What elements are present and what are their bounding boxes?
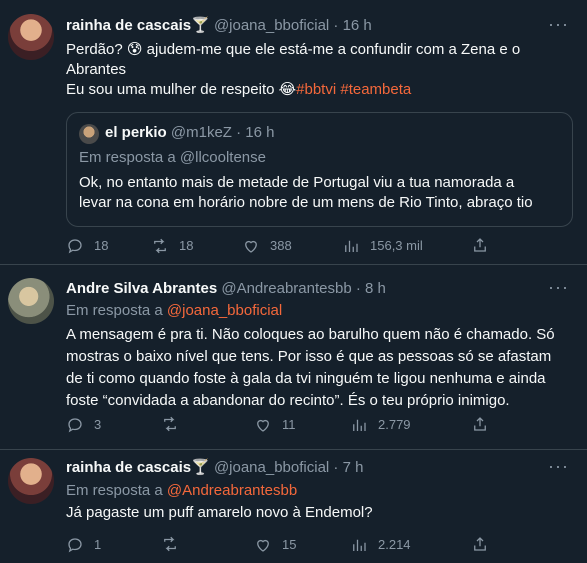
like-button[interactable]: 11	[254, 415, 296, 435]
tweet-text-line: Eu sou uma mulher de respeito 😂#bbtvi #t…	[66, 80, 520, 100]
quoted-avatar	[79, 124, 99, 144]
analytics-icon	[353, 539, 366, 551]
reply-icon	[68, 418, 82, 433]
views-count: 2.779	[378, 417, 411, 432]
tweet-header: Andre Silva Abrantes @Andreabrantesbb · …	[66, 279, 386, 299]
reply-icon	[68, 538, 82, 553]
tweet-time[interactable]: · 16 h	[333, 17, 371, 34]
hashtag-link[interactable]: #bbtvi	[296, 81, 336, 98]
like-button[interactable]: 15	[254, 535, 296, 555]
reply-context-prefix: Em resposta a	[79, 149, 176, 166]
author-handle[interactable]: @joana_bboficial	[214, 17, 329, 34]
share-button[interactable]	[471, 415, 499, 433]
retweet-button[interactable]	[161, 415, 189, 433]
like-count: 11	[282, 417, 296, 432]
tweet-actions: 18 18 388 156,3 mil	[66, 236, 566, 256]
author-handle[interactable]: @Andreabrantesbb	[221, 280, 351, 297]
quoted-text-line: Ok, no entanto mais de metade de Portuga…	[79, 174, 515, 191]
reply-button[interactable]: 18	[66, 236, 108, 256]
reply-count: 18	[94, 238, 109, 253]
tweet-text: Perdão? 😰 ajudem-me que ele está-me a co…	[66, 40, 520, 100]
more-options-icon[interactable]: ···	[548, 14, 569, 34]
reply-button[interactable]: 3	[66, 415, 101, 435]
quoted-reply-context: Em resposta a @llcooltense	[79, 148, 266, 168]
reply-button[interactable]: 1	[66, 535, 101, 555]
reply-context-prefix: Em resposta a	[66, 302, 163, 319]
views-count: 156,3 mil	[370, 238, 423, 253]
tweet-text-line: foste “convidada a abandonar do recinto”…	[66, 392, 510, 409]
quoted-tweet[interactable]: el perkio @m1keZ · 16 h Em resposta a @l…	[66, 112, 573, 227]
author-handle[interactable]: @joana_bboficial	[214, 459, 329, 476]
tweet-header: rainha de cascais🍸 @joana_bboficial · 16…	[66, 16, 372, 36]
share-button[interactable]	[471, 236, 499, 254]
author-name[interactable]: rainha de cascais🍸	[66, 17, 210, 34]
more-options-icon[interactable]: ···	[548, 277, 569, 297]
author-name[interactable]: Andre Silva Abrantes	[66, 280, 217, 297]
tweet-actions: 1 15 2.214	[66, 535, 566, 555]
hashtag-link[interactable]: #teambeta	[340, 81, 411, 98]
share-icon	[474, 238, 486, 252]
quoted-author-name: el perkio	[105, 124, 167, 141]
like-count: 388	[270, 238, 292, 253]
retweet-icon	[164, 536, 176, 552]
tweet-text: Já pagaste um puff amarelo novo à Endemo…	[66, 503, 373, 523]
tweet-actions: 3 11 2.779	[66, 415, 566, 435]
tweet-1[interactable]: rainha de cascais🍸 @joana_bboficial · 16…	[0, 0, 587, 262]
share-icon	[474, 417, 486, 431]
reply-context: Em resposta a @joana_bboficial	[66, 301, 282, 321]
reply-context: Em resposta a @Andreabrantesbb	[66, 481, 297, 501]
tweet-text: A mensagem é pra ti. Não coloques ao bar…	[66, 324, 555, 412]
retweet-button[interactable]: 18	[151, 236, 193, 256]
reply-count: 1	[94, 537, 102, 552]
tweet-text-line: Já pagaste um puff amarelo novo à Endemo…	[66, 504, 373, 521]
heart-icon	[245, 240, 257, 253]
heart-icon	[257, 419, 269, 432]
tweet-2[interactable]: Andre Silva Abrantes @Andreabrantesbb · …	[0, 265, 587, 450]
share-button[interactable]	[471, 535, 499, 553]
like-count: 15	[282, 537, 297, 552]
quoted-text: Ok, no entanto mais de metade de Portuga…	[79, 173, 533, 213]
views-count: 2.214	[378, 537, 411, 552]
tweet-time[interactable]: · 8 h	[356, 280, 386, 297]
retweet-button[interactable]	[161, 535, 189, 553]
reply-icon	[68, 239, 82, 254]
author-name[interactable]: rainha de cascais🍸	[66, 459, 210, 476]
analytics-icon	[353, 419, 366, 431]
reply-context-prefix: Em resposta a	[66, 482, 163, 499]
tweet-header: rainha de cascais🍸 @joana_bboficial · 7 …	[66, 458, 363, 478]
heart-icon	[257, 539, 269, 552]
more-options-icon[interactable]: ···	[548, 456, 569, 476]
views-button[interactable]: 2.214	[350, 535, 411, 555]
reply-context-handle[interactable]: @Andreabrantesbb	[167, 482, 297, 499]
tweet-text-line: mostras o baixo nível que tens. Por isso…	[66, 348, 552, 365]
analytics-icon	[345, 240, 358, 252]
retweet-count: 18	[179, 238, 194, 253]
reply-count: 3	[94, 417, 102, 432]
tweet-text-line: A mensagem é pra ti. Não coloques ao bar…	[66, 326, 555, 343]
views-button[interactable]: 2.779	[350, 415, 411, 435]
tweet-text-line: de ti como quando foste à gala da tvi ni…	[66, 370, 546, 387]
share-icon	[474, 537, 486, 551]
tweet-3[interactable]: rainha de cascais🍸 @joana_bboficial · 7 …	[0, 450, 587, 563]
retweet-icon	[164, 416, 176, 432]
retweet-icon	[154, 238, 166, 254]
quoted-author-handle: @m1keZ	[170, 124, 232, 141]
quoted-text-line: levar na cona em horário nobre de um men…	[79, 194, 533, 211]
tweet-text-line: Perdão? 😰 ajudem-me que ele está-me a co…	[66, 41, 521, 58]
views-button[interactable]: 156,3 mil	[342, 236, 423, 256]
avatar[interactable]	[8, 458, 54, 504]
quoted-time: · 16 h	[236, 124, 275, 141]
tweet-time[interactable]: · 7 h	[333, 459, 363, 476]
tweet-text-line: Abrantes	[66, 61, 127, 78]
avatar[interactable]	[8, 278, 54, 324]
reply-context-handle[interactable]: @joana_bboficial	[167, 302, 282, 319]
quoted-header: el perkio @m1keZ · 16 h	[105, 123, 274, 143]
tweet-text-prefix: Eu sou uma mulher de respeito 😂	[66, 81, 297, 98]
reply-context-handle: @llcooltense	[179, 149, 266, 166]
avatar[interactable]	[8, 14, 54, 60]
like-button[interactable]: 388	[242, 236, 292, 256]
